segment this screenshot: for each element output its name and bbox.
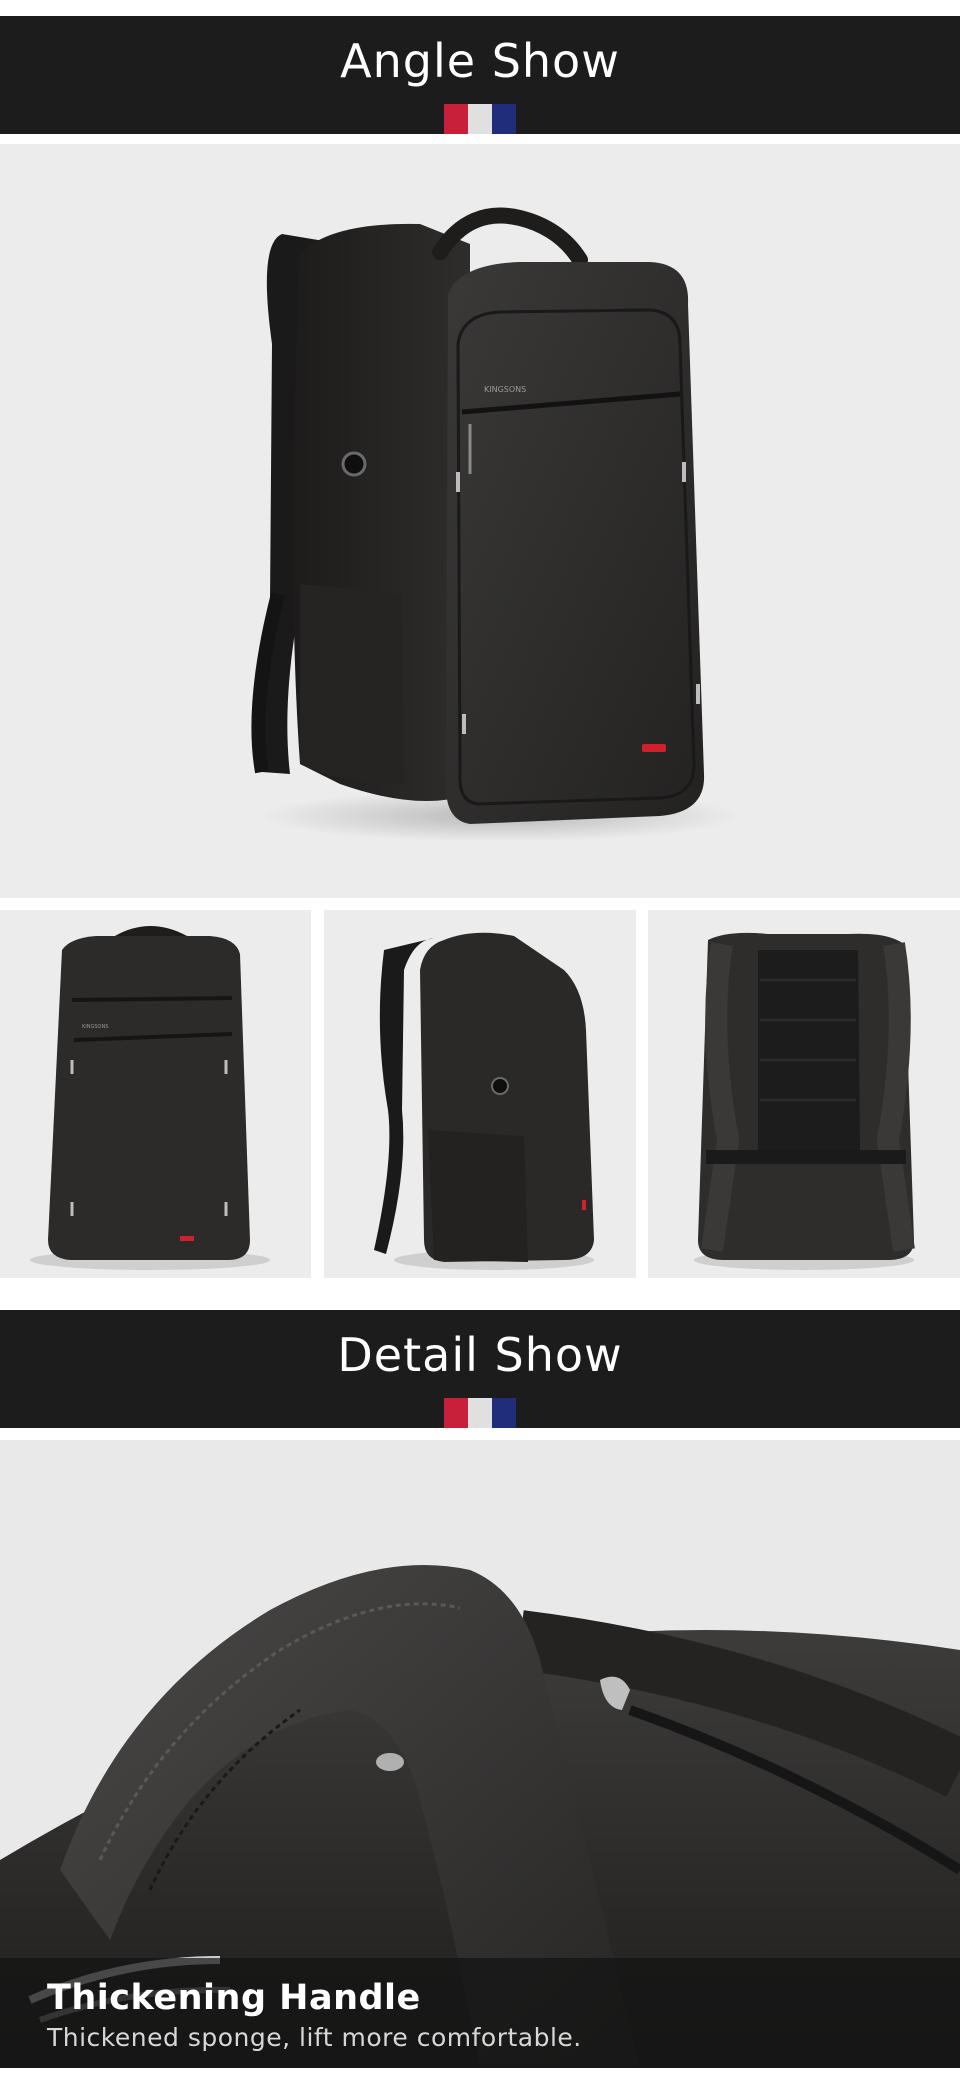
backpack-angle-photo: KINGSONS (0, 144, 960, 898)
feature-title: Thickening Handle (47, 1978, 421, 2018)
detail-show-banner: Detail Show (0, 1310, 960, 1428)
backpack-front-thumbnail: KINGSONS (0, 910, 311, 1278)
svg-text:KINGSONS: KINGSONS (82, 1024, 108, 1030)
tricolor-flag-icon (444, 1398, 516, 1428)
brand-logo: KINGSONS (484, 385, 526, 394)
backpack-back-thumbnail (648, 910, 960, 1278)
backpack-side-thumbnail (324, 910, 636, 1278)
tricolor-flag-icon (444, 104, 516, 134)
feature-subtitle: Thickened sponge, lift more comfortable. (47, 2023, 582, 2052)
angle-show-banner: Angle Show (0, 16, 960, 134)
angle-show-title: Angle Show (340, 34, 620, 88)
detail-show-title: Detail Show (337, 1328, 623, 1382)
